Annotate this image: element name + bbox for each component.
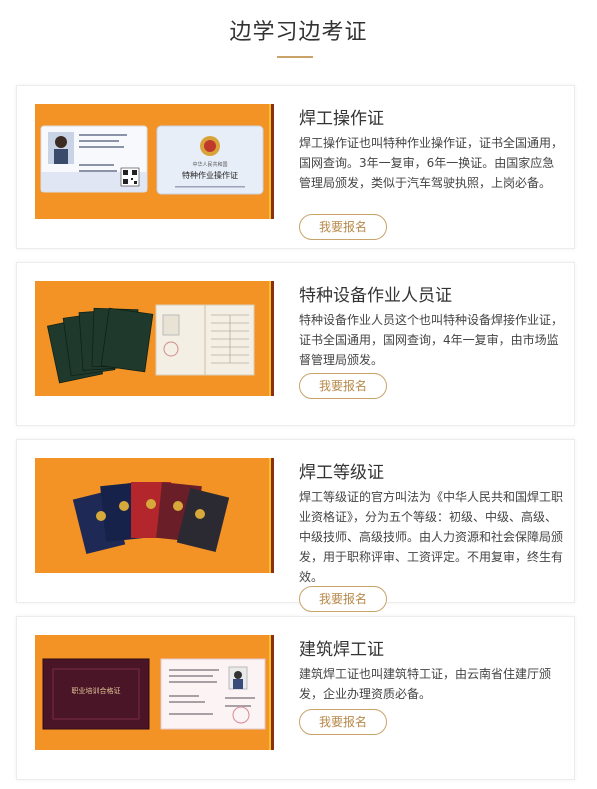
construction-welder-cert-image: 职业培训合格证 bbox=[35, 635, 274, 750]
signup-button[interactable]: 我要报名 bbox=[299, 214, 387, 240]
card-title: 焊工操作证 bbox=[299, 109, 384, 129]
special-equipment-cert-image bbox=[35, 281, 274, 396]
cert-cards-illustration: 中华人民共和国 特种作业操作证 bbox=[40, 125, 264, 195]
grade-books-illustration bbox=[72, 482, 230, 555]
card-title: 特种设备作业人员证 bbox=[299, 286, 452, 306]
page-title: 边学习边考证 bbox=[229, 20, 368, 45]
id-card-heading: 中华人民共和国 bbox=[192, 161, 227, 168]
course-card-welder-operation: 中华人民共和国 特种作业操作证 焊工操作证 焊工操作证也叫特种作业操作证，证书全… bbox=[16, 85, 575, 249]
welder-grade-cert-image bbox=[35, 458, 274, 573]
title-underline bbox=[277, 56, 313, 58]
course-card-special-equipment: 特种设备作业人员证 特种设备作业人员这个也叫特种设备焊接作业证，证书全国通用，国… bbox=[16, 262, 575, 426]
card-description: 建筑焊工证也叫建筑特工证，由云南省住建厅颁发，企业办理资质必备。 bbox=[299, 667, 552, 701]
course-card-welder-grade: 焊工等级证 焊工等级证的官方叫法为《中华人民共和国焊工职业资格证》，分为五个等级… bbox=[16, 439, 575, 612]
card-description: 焊工等级证的官方叫法为《中华人民共和国焊工职业资格证》，分为五个等级：初级、中级… bbox=[299, 490, 564, 584]
id-card-title: 特种作业操作证 bbox=[182, 170, 238, 180]
card-title: 建筑焊工证 bbox=[299, 640, 384, 660]
course-card-construction-welder: 职业培训合格证 建筑焊工证 建筑焊工证也叫建筑特工证，由云南省住建厅颁发，企业办… bbox=[16, 616, 575, 780]
cert-title: 职业培训合格证 bbox=[72, 686, 121, 695]
card-description: 特种设备作业人员这个也叫特种设备焊接作业证，证书全国通用，国网查询，4年一复审，… bbox=[299, 313, 564, 367]
construction-cert-illustration: 职业培训合格证 bbox=[42, 658, 266, 730]
signup-button[interactable]: 我要报名 bbox=[299, 586, 387, 612]
signup-button[interactable]: 我要报名 bbox=[299, 373, 387, 399]
card-description: 焊工操作证也叫特种作业操作证，证书全国通用，国网查询。3年一复审，6年一换证。由… bbox=[299, 136, 564, 190]
welder-operation-cert-image: 中华人民共和国 特种作业操作证 bbox=[35, 104, 274, 219]
card-title: 焊工等级证 bbox=[299, 463, 384, 483]
signup-button[interactable]: 我要报名 bbox=[299, 709, 387, 735]
cert-books-illustration bbox=[46, 304, 255, 384]
